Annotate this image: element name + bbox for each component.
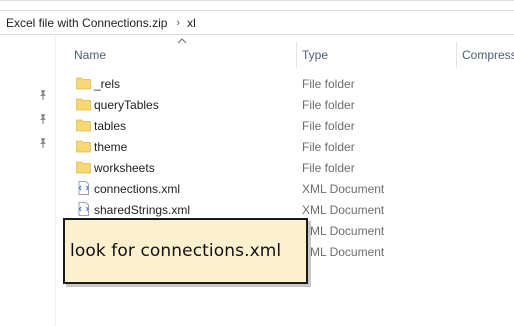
file-name: theme xyxy=(94,140,128,154)
file-name: tables xyxy=(94,119,127,133)
column-header-name[interactable]: Name xyxy=(74,42,294,68)
folder-icon xyxy=(76,161,91,174)
navigation-pane[interactable] xyxy=(0,36,56,326)
column-header-compressed[interactable]: Compress xyxy=(462,42,514,68)
column-header-type-label: Type xyxy=(302,48,329,62)
file-name: queryTables xyxy=(94,98,159,112)
file-type: XML Document xyxy=(302,224,385,238)
file-type: File folder xyxy=(302,161,355,175)
top-divider xyxy=(0,0,514,1)
file-name: worksheets xyxy=(94,161,155,175)
list-item[interactable]: _rels File folder xyxy=(64,73,514,94)
column-separator[interactable] xyxy=(456,42,457,68)
column-header-type[interactable]: Type xyxy=(302,42,452,68)
chevron-right-icon[interactable]: › xyxy=(176,17,180,29)
list-item[interactable]: queryTables File folder xyxy=(64,94,514,115)
file-type: XML Document xyxy=(302,245,385,259)
file-name: _rels xyxy=(94,77,121,91)
folder-icon xyxy=(76,98,91,111)
file-name: sharedStrings.xml xyxy=(94,203,191,217)
column-separator[interactable] xyxy=(296,42,297,68)
xml-file-icon xyxy=(78,181,89,195)
folder-icon xyxy=(76,77,91,90)
column-header-compressed-label: Compress xyxy=(462,48,514,62)
folder-icon xyxy=(76,140,91,153)
file-type: XML Document xyxy=(302,203,385,217)
list-item[interactable]: connections.xml XML Document xyxy=(64,178,514,199)
file-name: connections.xml xyxy=(94,182,181,196)
breadcrumb-item-zip[interactable]: Excel file with Connections.zip xyxy=(6,16,167,30)
annotation-callout: look for connections.xml xyxy=(63,218,308,284)
breadcrumb-item-xl[interactable]: xl xyxy=(187,16,196,30)
pin-icon[interactable] xyxy=(37,137,49,149)
pin-icon[interactable] xyxy=(37,113,49,125)
list-item[interactable]: sharedStrings.xml XML Document xyxy=(64,199,514,220)
list-item[interactable]: theme File folder xyxy=(64,136,514,157)
file-type: File folder xyxy=(302,98,355,112)
file-type: File folder xyxy=(302,77,355,91)
pane-divider[interactable] xyxy=(55,36,56,326)
file-type: File folder xyxy=(302,140,355,154)
file-type: File folder xyxy=(302,119,355,133)
pin-icon[interactable] xyxy=(37,89,49,101)
xml-file-icon xyxy=(78,202,89,216)
breadcrumb[interactable]: Excel file with Connections.zip › xl xyxy=(0,10,514,35)
folder-icon xyxy=(76,119,91,132)
file-type: XML Document xyxy=(302,182,385,196)
file-explorer-window: Excel file with Connections.zip › xl Nam… xyxy=(0,0,514,326)
annotation-text: look for connections.xml xyxy=(70,241,282,261)
column-header-name-label: Name xyxy=(74,48,107,62)
list-item[interactable]: tables File folder xyxy=(64,115,514,136)
list-item[interactable]: worksheets File folder xyxy=(64,157,514,178)
